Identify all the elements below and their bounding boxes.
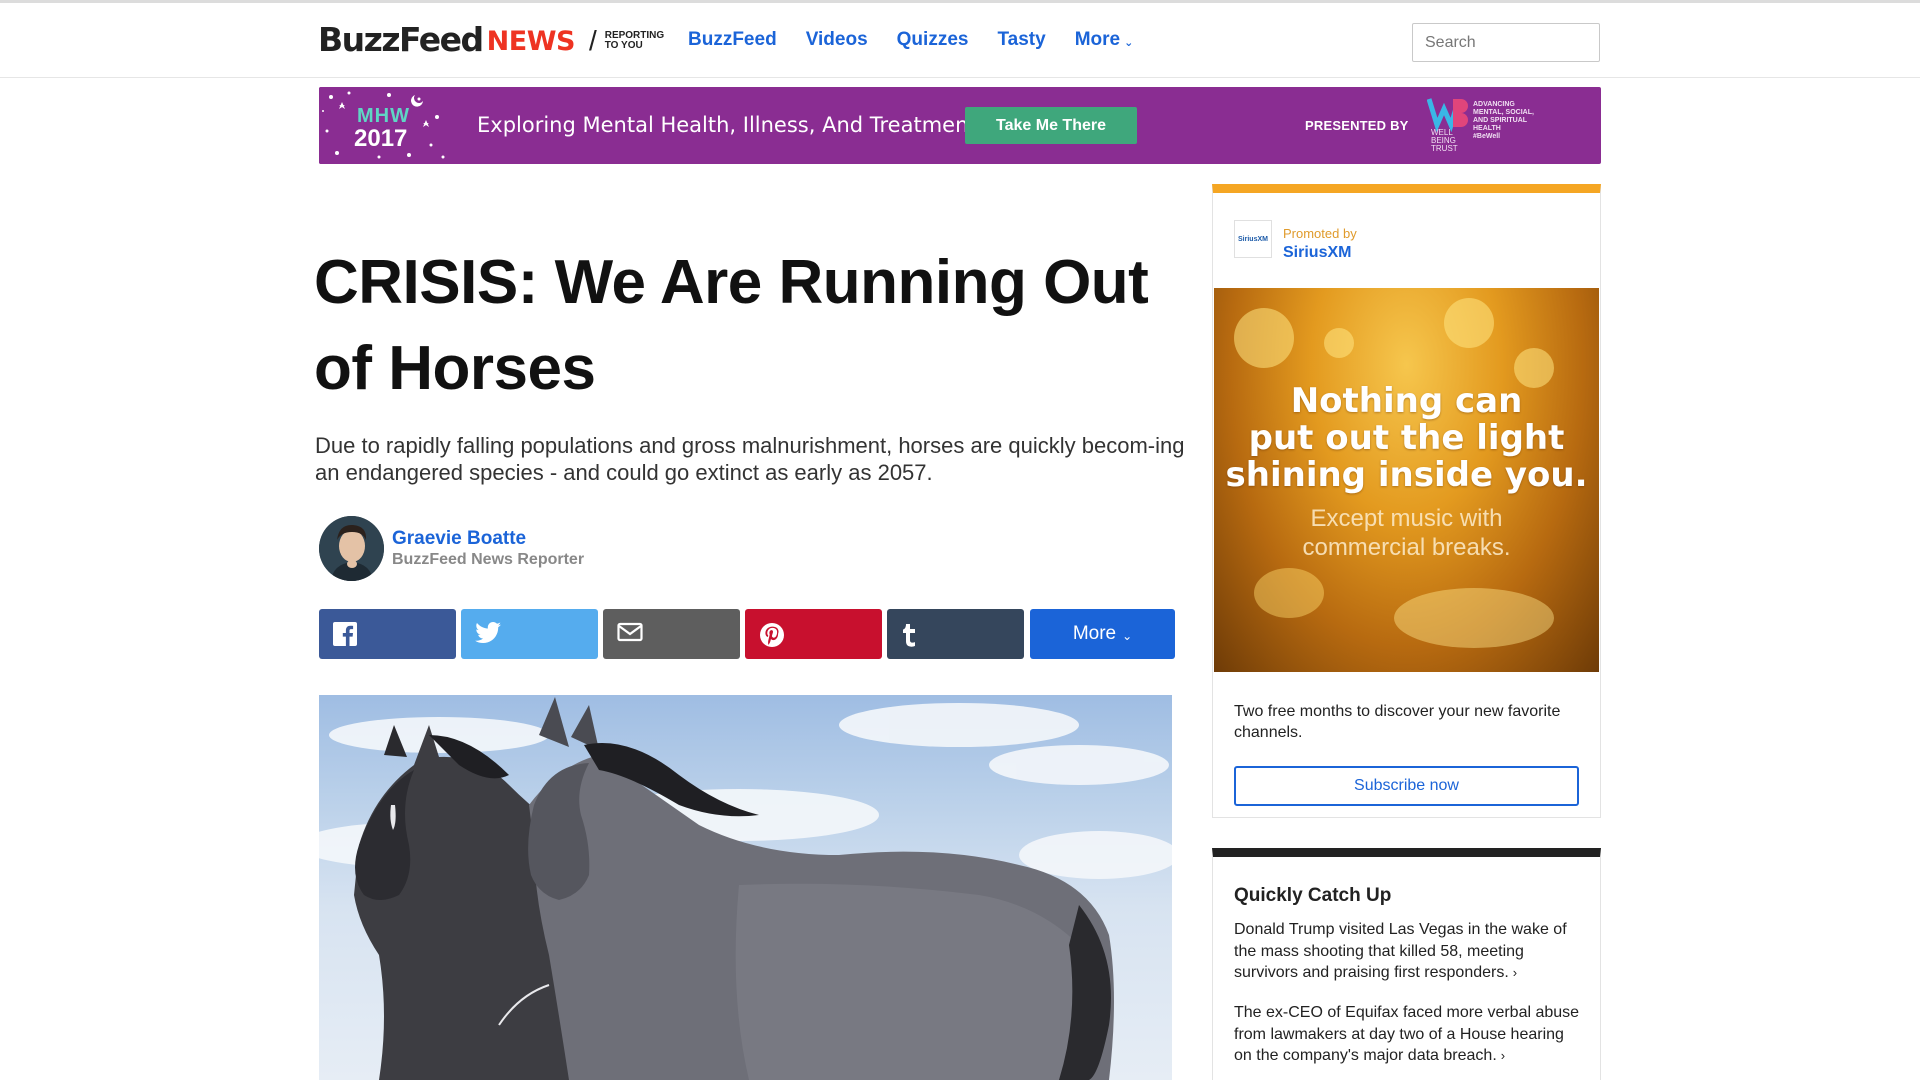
nav-item-buzzfeed[interactable]: BuzzFeed	[688, 29, 777, 51]
facebook-icon	[333, 622, 357, 646]
sponsor-tagline: ADVANCING MENTAL, SOCIAL, AND SPIRITUAL …	[1473, 101, 1543, 141]
nav-item-quizzes[interactable]: Quizzes	[897, 29, 969, 51]
promoted-by-label: Promoted by	[1283, 226, 1357, 241]
logo-slash: /	[588, 25, 597, 56]
tumblr-icon	[903, 624, 915, 647]
sponsor-line-4: HEALTH	[1473, 125, 1501, 132]
site-header: BuzzFeed NEWS / REPORTING TO YOU BuzzFee…	[0, 3, 1920, 78]
promo-headline-line-2: put out the light	[1248, 418, 1565, 458]
promo-headline-line-3: shining inside you.	[1225, 455, 1588, 495]
share-more-label: More	[1072, 623, 1117, 644]
nav-item-videos[interactable]: Videos	[806, 29, 868, 51]
take-me-there-button[interactable]: Take Me There	[965, 107, 1137, 144]
badge-year-text: 2017	[354, 125, 408, 152]
nav-item-more[interactable]: More ⌄	[1075, 29, 1134, 51]
logo-buzzfeed-text: BuzzFeed	[318, 19, 484, 59]
catch-up-item-text: The ex-CEO of Equifax faced more verbal …	[1234, 1004, 1580, 1064]
mental-health-week-banner[interactable]: MHW 2017 Exploring Mental Health, Illnes…	[319, 87, 1601, 164]
bokeh-light	[1254, 568, 1324, 618]
article-hero-image	[319, 695, 1172, 1080]
sponsor-line-5: #BeWell	[1473, 133, 1501, 140]
horses-photo	[319, 697, 1172, 1080]
pinterest-icon	[760, 623, 784, 647]
email-icon	[617, 622, 643, 642]
chevron-right-icon: ›	[1512, 965, 1518, 980]
share-tumblr-button[interactable]	[887, 609, 1024, 659]
chevron-down-icon: ⌄	[1122, 628, 1133, 643]
share-twitter-button[interactable]	[461, 609, 598, 659]
author-role: BuzzFeed News Reporter	[392, 550, 585, 568]
share-facebook-button[interactable]	[319, 609, 456, 659]
promo-sub-line-2: commercial breaks.	[1302, 534, 1511, 561]
catch-up-item[interactable]: Donald Trump visited Las Vegas in the wa…	[1234, 919, 1584, 984]
author-avatar[interactable]	[319, 515, 384, 581]
promo-subheadline: Except music with commercial breaks.	[1214, 504, 1599, 562]
logo-news-text: NEWS	[486, 25, 576, 57]
bokeh-light	[1444, 298, 1494, 348]
byline-text: Graevie Boatte BuzzFeed News Reporter	[392, 528, 584, 569]
promoter-name-link[interactable]: SiriusXM	[1283, 244, 1351, 262]
logo-tagline-line-2: TO YOU	[604, 40, 643, 51]
mhw-2017-badge: MHW 2017	[319, 87, 449, 164]
presented-by-label: PRESENTED BY	[1305, 118, 1409, 133]
share-more-button[interactable]: More ⌄	[1030, 609, 1175, 659]
promo-sub-line-1: Except music with	[1310, 505, 1503, 532]
sponsor-line-2: MENTAL, SOCIAL,	[1473, 109, 1534, 116]
bokeh-light	[1324, 328, 1354, 358]
main-nav: BuzzFeed Videos Quizzes Tasty More ⌄	[688, 29, 1162, 51]
well-being-trust-logo-icon: WELL BEING TRUST	[1427, 98, 1468, 153]
bokeh-light	[1394, 588, 1554, 648]
author-portrait-icon	[319, 515, 384, 581]
twitter-icon	[475, 622, 501, 643]
promo-headline-line-1: Nothing can	[1290, 381, 1523, 421]
catch-up-item[interactable]: The ex-CEO of Equifax faced more verbal …	[1234, 1002, 1584, 1067]
promo-headline: Nothing can put out the light shining in…	[1214, 383, 1599, 494]
promoted-ad-card: SiriusXM Promoted by SiriusXM Nothing ca…	[1212, 184, 1601, 818]
catch-up-title: Quickly Catch Up	[1234, 885, 1392, 906]
search-input[interactable]	[1412, 23, 1600, 62]
share-pinterest-button[interactable]	[745, 609, 882, 659]
promo-image[interactable]: Nothing can put out the light shining in…	[1214, 288, 1599, 672]
subscribe-now-button[interactable]: Subscribe now	[1234, 766, 1579, 806]
nav-item-tasty[interactable]: Tasty	[997, 29, 1045, 51]
chevron-down-icon: ⌄	[1124, 36, 1134, 49]
share-bar: More ⌄	[319, 609, 1175, 659]
wbt-trust: TRUST	[1431, 144, 1458, 153]
sponsor-line-1: ADVANCING	[1473, 101, 1515, 108]
article-dek: Due to rapidly falling populations and g…	[315, 433, 1185, 485]
siriusxm-logo[interactable]: SiriusXM	[1234, 220, 1272, 258]
buzzfeed-news-logo[interactable]: BuzzFeed NEWS / REPORTING TO YOU	[318, 19, 675, 59]
author-name-link[interactable]: Graevie Boatte	[392, 528, 584, 550]
bokeh-light	[1234, 308, 1294, 368]
share-email-button[interactable]	[603, 609, 740, 659]
logo-tagline: REPORTING TO YOU	[605, 31, 675, 51]
banner-headline: Exploring Mental Health, Illness, And Tr…	[477, 113, 977, 137]
byline: Graevie Boatte BuzzFeed News Reporter	[319, 515, 584, 581]
article-title: CRISIS: We Are Running Out of Horses	[314, 248, 1149, 403]
promo-copy: Two free months to discover your new fav…	[1234, 703, 1561, 741]
nav-more-label: More	[1074, 29, 1121, 50]
sponsor-line-3: AND SPIRITUAL	[1473, 117, 1528, 124]
quickly-catch-up-card: Quickly Catch Up Donald Trump visited La…	[1212, 848, 1601, 1080]
chevron-right-icon: ›	[1500, 1048, 1506, 1063]
